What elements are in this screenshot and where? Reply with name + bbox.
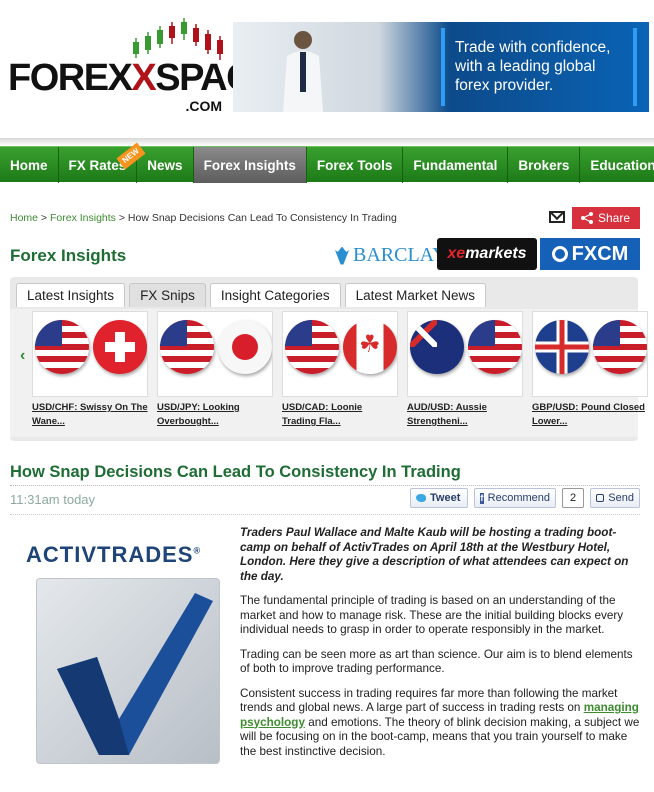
breadcrumb-current: How Snap Decisions Can Lead To Consisten…	[127, 212, 397, 224]
currency-pair-flags	[407, 311, 523, 397]
share-button[interactable]: Share	[572, 207, 640, 229]
facebook-icon: f	[480, 492, 484, 504]
article-title: How Snap Decisions Can Lead To Consisten…	[10, 463, 461, 481]
ad-banner[interactable]: Trade with confidence, with a leading gl…	[233, 22, 649, 112]
nav-item-news[interactable]: News	[137, 147, 194, 183]
article-paragraph: Trading can be seen more as art than sci…	[240, 647, 633, 676]
fxcm-sponsor-logo[interactable]: FXCM	[540, 238, 640, 270]
fxcm-wordmark: FXCM	[571, 242, 629, 265]
facebook-recommend-button[interactable]: f Recommend	[474, 488, 556, 508]
checkmark-tile	[36, 578, 220, 764]
nav-item-label: Home	[10, 157, 48, 173]
breadcrumb-home-link[interactable]: Home	[10, 212, 38, 224]
section-title: Forex Insights	[10, 246, 127, 265]
divider	[10, 485, 640, 486]
au-flag-icon	[410, 320, 464, 374]
article-body: Traders Paul Wallace and Malte Kaub will…	[240, 526, 640, 769]
barclays-eagle-icon	[335, 246, 349, 265]
fx-snip-card[interactable]: GBP/USD: Pound Closed Lower...	[532, 311, 648, 429]
share-label: Share	[597, 211, 630, 225]
jp-flag-icon	[218, 320, 272, 374]
fx-snip-caption[interactable]: USD/JPY: Looking Overbought...	[157, 401, 273, 429]
candlestick-logo-icon	[133, 18, 223, 60]
uk-flag-icon	[535, 320, 589, 374]
twitter-bird-icon	[416, 494, 426, 502]
nav-item-label: Forex Tools	[316, 157, 393, 173]
tab-latest-market-news[interactable]: Latest Market News	[344, 283, 486, 307]
breadcrumb-separator: >	[38, 212, 50, 224]
nav-item-label: Fundamental	[413, 157, 498, 173]
fx-snip-card[interactable]: USD/CHF: Swissy On The Wane...	[32, 311, 148, 429]
us-flag-icon	[160, 320, 214, 374]
nav-item-label: Forex Insights	[203, 157, 296, 173]
ca-flag-icon	[343, 320, 397, 374]
tab-insight-categories[interactable]: Insight Categories	[209, 283, 341, 307]
fx-snip-caption[interactable]: AUD/USD: Aussie Strengtheni...	[407, 401, 523, 429]
carousel-prev-icon[interactable]: ‹	[20, 347, 25, 365]
forexspace-logo[interactable]: FOREXXSPACE .COM	[8, 18, 277, 114]
site-header: FOREXXSPACE .COM Trade with confidence, …	[0, 0, 654, 140]
nav-item-label: Brokers	[518, 157, 570, 173]
tab-fx-snips[interactable]: FX Snips	[129, 283, 206, 307]
tweet-button[interactable]: Tweet	[410, 488, 468, 508]
send-button[interactable]: Send	[590, 488, 640, 508]
article-paragraph: Consistent success in trading requires f…	[240, 686, 640, 758]
us-flag-icon	[35, 320, 89, 374]
currency-pair-flags	[157, 311, 273, 397]
article-paragraph: The fundamental principle of trading is …	[240, 594, 624, 636]
fx-snips-carousel: ‹ › USD/CHF: Swissy On The Wane...USD/JP…	[10, 309, 648, 437]
currency-pair-flags	[532, 311, 648, 397]
share-icon	[581, 212, 593, 224]
article-lead: Traders Paul Wallace and Malte Kaub will…	[240, 526, 629, 583]
ad-headline: Trade with confidence, with a leading gl…	[455, 39, 611, 94]
checkmark-icon	[57, 593, 213, 755]
businessman-image	[283, 31, 323, 112]
nav-item-fx-rates[interactable]: FX Rates NEW	[59, 142, 146, 183]
insights-tab-panel: Latest Insights FX Snips Insight Categorie…	[10, 277, 648, 441]
recommend-label: Recommend	[487, 492, 550, 504]
nav-item-label: News	[147, 157, 183, 173]
currency-pair-flags	[32, 311, 148, 397]
divider	[10, 514, 640, 515]
fxcm-mark-icon	[551, 246, 568, 262]
insights-tabs: Latest Insights FX Snips Insight Categorie…	[16, 283, 486, 307]
ch-flag-icon	[93, 320, 147, 374]
currency-pair-flags	[282, 311, 398, 397]
fx-snip-card[interactable]: AUD/USD: Aussie Strengtheni...	[407, 311, 523, 429]
fx-snip-caption[interactable]: USD/CAD: Loonie Trading Fla...	[282, 401, 398, 429]
fx-snip-card[interactable]: USD/CAD: Loonie Trading Fla...	[282, 311, 398, 429]
nav-item-forex-tools[interactable]: Forex Tools	[307, 147, 404, 183]
main-nav: Home FX Rates NEW News Forex Insights Forex T…	[0, 142, 654, 183]
breadcrumb: Home > Forex Insights > How Snap Decisio…	[10, 212, 397, 224]
breadcrumb-separator: >	[115, 212, 128, 224]
xe-wordmark: xe	[447, 245, 466, 262]
fx-snip-caption[interactable]: GBP/USD: Pound Closed Lower...	[532, 401, 648, 429]
nav-item-label: Education	[590, 157, 654, 173]
nav-item-brokers[interactable]: Brokers	[508, 147, 581, 183]
breadcrumb-section-link[interactable]: Forex Insights	[50, 212, 116, 224]
send-label: Send	[608, 492, 634, 504]
email-icon[interactable]	[549, 211, 565, 223]
logo-domain: .COM	[185, 98, 222, 114]
xemarkets-sponsor-logo[interactable]: xe markets	[437, 238, 537, 270]
markets-wordmark: markets	[465, 245, 527, 262]
us-flag-icon	[285, 320, 339, 374]
header-divider	[0, 138, 654, 146]
send-icon	[596, 494, 605, 502]
us-flag-icon	[593, 320, 647, 374]
nav-item-fundamental[interactable]: Fundamental	[403, 147, 509, 183]
fx-snip-card[interactable]: USD/JPY: Looking Overbought...	[157, 311, 273, 429]
nav-item-home[interactable]: Home	[0, 147, 59, 183]
ad-copy-panel: Trade with confidence, with a leading gl…	[441, 28, 637, 106]
tab-latest-insights[interactable]: Latest Insights	[16, 283, 126, 307]
tweet-label: Tweet	[430, 492, 461, 504]
us-flag-icon	[468, 320, 522, 374]
activtrades-logo: ACTIVTRADES®	[26, 542, 202, 567]
article-timestamp: 11:31am today	[10, 492, 96, 507]
activtrades-image: ACTIVTRADES®	[20, 536, 230, 776]
nav-item-forex-insights[interactable]: Forex Insights	[193, 147, 307, 183]
fx-snip-caption[interactable]: USD/CHF: Swissy On The Wane...	[32, 401, 148, 429]
nav-item-education[interactable]: Education	[580, 147, 654, 183]
recommend-count: 2	[562, 488, 584, 508]
